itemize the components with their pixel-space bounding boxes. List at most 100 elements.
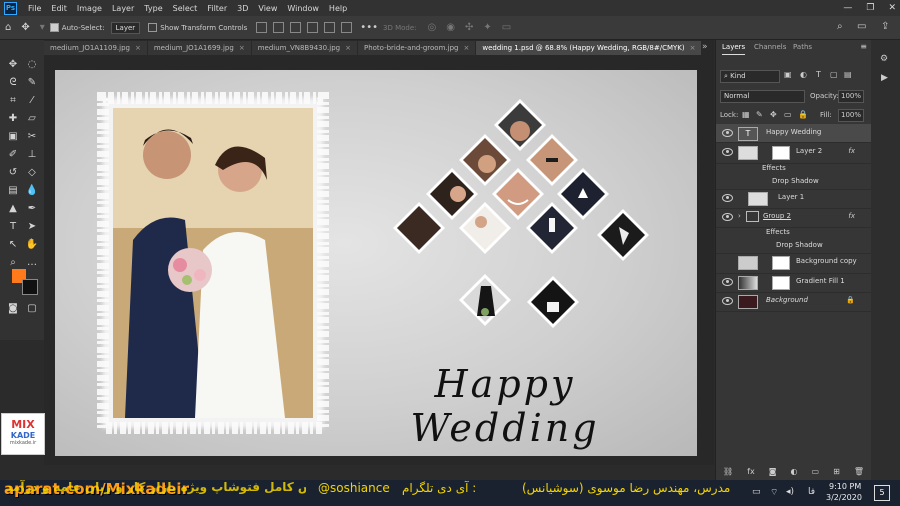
clock-date[interactable]: 3/2/2020 xyxy=(826,493,862,502)
document-canvas[interactable]: Happy Wedding xyxy=(55,70,697,456)
trash-icon[interactable]: 🗑 xyxy=(854,467,864,476)
chevron-right-icon[interactable]: › xyxy=(738,212,741,220)
align-bottom-icon[interactable] xyxy=(341,22,353,33)
zoom-tool-icon[interactable]: ⌕ xyxy=(6,256,20,270)
visibility-eye-icon[interactable] xyxy=(722,278,733,286)
close-icon[interactable]: × xyxy=(690,44,696,52)
layer-row-layer-2[interactable]: Layer 2 fx xyxy=(716,143,871,164)
pen-tool-icon[interactable]: ✒ xyxy=(25,202,39,216)
play-actions-icon[interactable]: ▶ xyxy=(881,73,888,83)
minimize-button[interactable]: — xyxy=(843,0,852,16)
lock-transparent-icon[interactable]: ▦ xyxy=(742,110,750,119)
eyedropper-tool-icon[interactable]: ⁄ xyxy=(25,94,39,108)
align-center-icon[interactable] xyxy=(273,22,285,33)
tab-channels[interactable]: Channels xyxy=(754,40,786,54)
slice-tool-icon[interactable]: ✂ xyxy=(25,130,39,144)
fx-icon[interactable]: fx xyxy=(747,467,755,476)
move-tool-icon[interactable]: ✥ xyxy=(21,22,29,33)
properties-panel-icon[interactable]: ⚙ xyxy=(880,54,888,64)
background-color-swatch[interactable] xyxy=(22,279,38,295)
filter-pixel-icon[interactable]: ▣ xyxy=(784,70,792,79)
fill-field[interactable]: 100% xyxy=(838,109,864,122)
layer-row-background-copy[interactable]: Background copy xyxy=(716,253,871,274)
menu-image[interactable]: Image xyxy=(72,4,107,13)
tab-doc-3[interactable]: medium_VN8B9430.jpg × xyxy=(251,41,357,55)
tab-doc-2[interactable]: medium_JO1A1699.jpg × xyxy=(147,41,251,55)
visibility-eye-icon[interactable] xyxy=(722,213,733,221)
ruler-tool-icon[interactable]: ▱ xyxy=(25,112,39,126)
close-icon[interactable]: × xyxy=(463,44,469,52)
menu-edit[interactable]: Edit xyxy=(46,4,72,13)
adjustment-layer-icon[interactable]: ◐ xyxy=(791,467,798,476)
close-icon[interactable]: × xyxy=(135,44,141,52)
share-icon[interactable]: ⇪ xyxy=(881,21,889,32)
3d-slide-icon[interactable]: ✦ xyxy=(483,22,491,33)
add-mask-icon[interactable]: ◙ xyxy=(769,467,777,476)
close-icon[interactable]: × xyxy=(345,44,351,52)
direct-select-tool-icon[interactable]: ↖ xyxy=(6,238,20,252)
blur-tool-icon[interactable]: 💧 xyxy=(25,184,39,198)
menu-window[interactable]: Window xyxy=(282,4,324,13)
drop-shadow-row[interactable]: Drop Shadow xyxy=(716,176,871,190)
move-tool-icon[interactable]: ✥ xyxy=(6,58,20,72)
notification-icon[interactable]: 5 xyxy=(874,485,890,501)
link-layers-icon[interactable]: ⛓ xyxy=(723,467,733,476)
auto-select-checkbox[interactable] xyxy=(49,23,59,32)
language-indicator[interactable]: فا xyxy=(808,487,815,497)
frame-tool-icon[interactable]: ▣ xyxy=(6,130,20,144)
layer-row-background[interactable]: Background 🔒 xyxy=(716,292,871,312)
layer-row-group-2[interactable]: › Group 2 fx xyxy=(716,208,871,228)
align-left-icon[interactable] xyxy=(256,22,268,33)
menu-select[interactable]: Select xyxy=(168,4,203,13)
restore-button[interactable]: ❐ xyxy=(866,0,874,16)
filter-adjustment-icon[interactable]: ◐ xyxy=(800,70,807,79)
dodge-tool-icon[interactable]: ▲ xyxy=(6,202,20,216)
search-icon[interactable]: ⌕ xyxy=(837,21,843,32)
tab-layers[interactable]: Layers xyxy=(722,40,746,55)
close-button[interactable]: ✕ xyxy=(888,0,896,16)
layer-row-layer-1[interactable]: Layer 1 xyxy=(716,189,871,209)
wifi-icon[interactable]: ⌔ xyxy=(770,487,778,498)
opacity-field[interactable]: 100% xyxy=(838,90,864,103)
fx-icon[interactable]: fx xyxy=(848,147,855,155)
history-brush-icon[interactable]: ↺ xyxy=(6,166,20,180)
blend-mode-dropdown[interactable]: Normal xyxy=(720,90,805,103)
more-options-icon[interactable]: ••• xyxy=(360,22,378,33)
lock-all-icon[interactable]: 🔒 xyxy=(798,110,808,119)
stamp-tool-icon[interactable]: ⊥ xyxy=(25,148,39,162)
tab-paths[interactable]: Paths xyxy=(793,40,812,54)
tab-doc-1[interactable]: medium_JO1A1109.jpg × xyxy=(44,41,147,55)
menu-3d[interactable]: 3D xyxy=(232,4,253,13)
marquee-tool-icon[interactable]: ◌ xyxy=(25,58,39,72)
new-group-icon[interactable]: ▭ xyxy=(812,467,820,476)
tab-doc-active[interactable]: wedding 1.psd @ 68.8% (Happy Wedding, RG… xyxy=(476,41,702,55)
brush-tool-icon[interactable]: ✐ xyxy=(6,148,20,162)
visibility-eye-icon[interactable] xyxy=(722,129,733,137)
lock-artboard-icon[interactable]: ▭ xyxy=(784,110,792,119)
3d-orbit-icon[interactable]: ◎ xyxy=(428,22,437,33)
visibility-eye-icon[interactable] xyxy=(722,148,733,156)
panel-menu-icon[interactable]: ≡ xyxy=(860,42,867,51)
quick-select-tool-icon[interactable]: ✎ xyxy=(25,76,39,90)
filter-smart-icon[interactable]: ▤ xyxy=(844,70,852,79)
new-layer-icon[interactable]: ⊞ xyxy=(833,467,840,476)
chevron-down-icon[interactable]: ▾ xyxy=(40,22,45,33)
photoshop-logo-icon[interactable]: Ps xyxy=(4,1,17,15)
tab-doc-4[interactable]: Photo-bride-and-groom.jpg × xyxy=(357,41,476,55)
tabs-overflow-icon[interactable]: » xyxy=(702,42,708,52)
battery-icon[interactable]: ▭ xyxy=(752,487,761,497)
effects-row[interactable]: Effects xyxy=(716,163,871,176)
quick-mask-icon[interactable]: ◙ xyxy=(6,302,20,316)
menu-filter[interactable]: Filter xyxy=(202,4,232,13)
menu-help[interactable]: Help xyxy=(324,4,352,13)
menu-type[interactable]: Type xyxy=(139,4,167,13)
effects-row[interactable]: Effects xyxy=(716,227,871,240)
filter-kind-dropdown[interactable]: ⌕ Kind xyxy=(720,70,780,83)
home-icon[interactable]: ⌂ xyxy=(5,22,11,33)
drop-shadow-row[interactable]: Drop Shadow xyxy=(716,240,871,254)
align-middle-icon[interactable] xyxy=(324,22,336,33)
path-select-tool-icon[interactable]: ➤ xyxy=(25,220,39,234)
hand-tool-icon[interactable]: ✋ xyxy=(25,238,39,252)
transform-controls-checkbox[interactable] xyxy=(148,23,158,32)
layer-row-gradient-fill[interactable]: Gradient Fill 1 xyxy=(716,273,871,293)
